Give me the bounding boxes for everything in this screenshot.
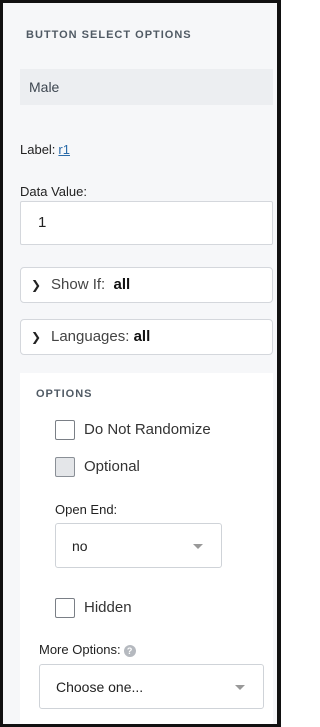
languages-label: Languages: — [51, 328, 130, 345]
hidden-label: Hidden — [84, 599, 132, 616]
optional-label: Optional — [84, 458, 140, 475]
option-name-display[interactable]: Male — [20, 69, 273, 105]
caret-down-icon — [193, 543, 203, 549]
options-title: OPTIONS — [36, 388, 93, 400]
more-options-value: Choose one... — [56, 679, 144, 695]
show-if-value: all — [113, 276, 131, 293]
more-options-select[interactable]: Choose one... — [39, 664, 264, 709]
label-label: Label: — [20, 142, 56, 157]
hidden-checkbox[interactable] — [55, 598, 75, 618]
label-row: Label: r1 — [20, 142, 70, 157]
caret-down-icon — [235, 684, 245, 690]
more-options-label-row: More Options:? — [39, 642, 136, 657]
more-options-label: More Options: — [39, 642, 121, 657]
languages-value: all — [133, 328, 151, 345]
optional-checkbox[interactable] — [55, 457, 75, 477]
data-value-label: Data Value: — [20, 184, 87, 199]
question-icon[interactable]: ? — [123, 644, 136, 657]
open-end-label: Open End: — [55, 502, 118, 517]
show-if-toggle[interactable]: ❯ Show If: all — [20, 267, 273, 303]
do-not-randomize-label: Do Not Randomize — [84, 421, 211, 438]
languages-toggle[interactable]: ❯ Languages: all — [20, 319, 273, 355]
open-end-select[interactable]: no — [55, 523, 222, 568]
data-value-input[interactable]: 1 — [20, 201, 273, 245]
label-link[interactable]: r1 — [58, 142, 70, 157]
section-title: BUTTON SELECT OPTIONS — [26, 29, 192, 41]
show-if-label: Show If: — [51, 276, 106, 293]
open-end-value: no — [72, 538, 88, 554]
option-editor-panel: BUTTON SELECT OPTIONS Male Label: r1 Data… — [0, 0, 281, 727]
chevron-right-icon: ❯ — [30, 330, 42, 344]
do-not-randomize-checkbox[interactable] — [55, 420, 75, 440]
chevron-right-icon: ❯ — [30, 278, 42, 292]
